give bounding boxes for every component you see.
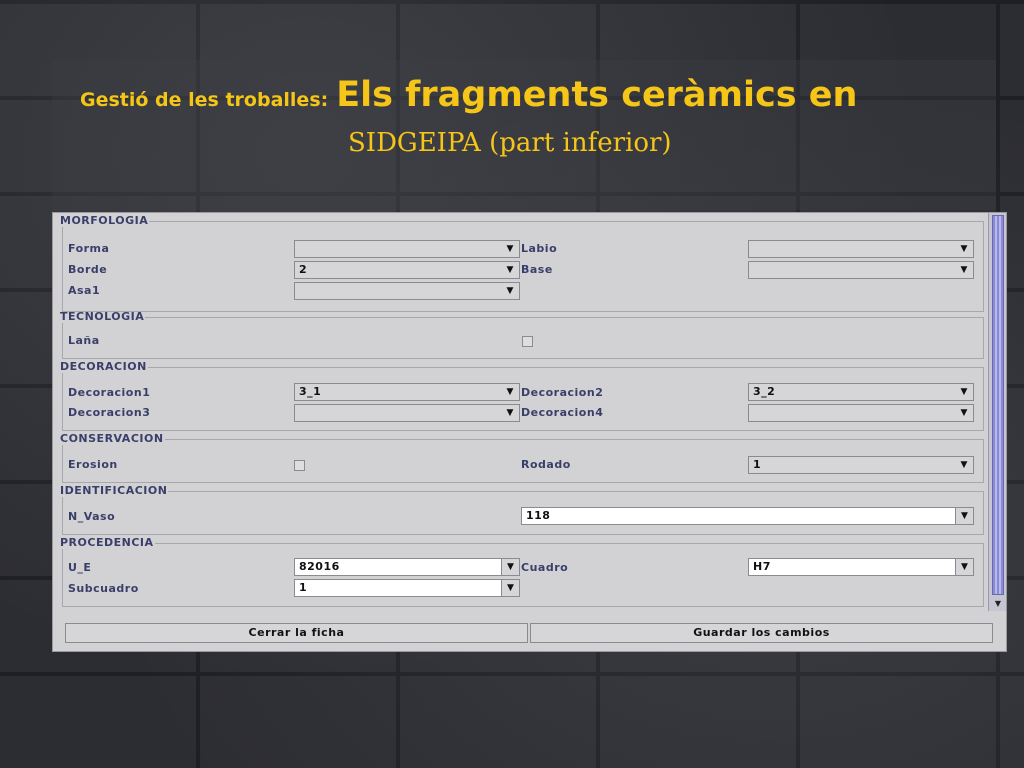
chevron-down-icon: ▼ [506,244,514,254]
borde-value: 2 [299,263,308,276]
chevron-down-icon: ▼ [960,460,968,470]
ue-combo[interactable]: 82016 ▼ [294,558,520,576]
labio-label: Labio [521,242,558,255]
rodado-label: Rodado [521,458,571,471]
erosion-label: Erosion [68,458,118,471]
asa1-label: Asa1 [68,284,101,297]
slide-title-small: Gestió de les troballes: [80,89,329,111]
nvaso-label: N_Vaso [68,510,116,523]
chevron-down-icon: ▼ [506,408,514,418]
chevron-down-icon[interactable]: ▼ [955,508,973,524]
arrow-down-icon[interactable]: ▼ [992,598,1004,610]
nvaso-combo[interactable]: 118 ▼ [521,507,974,525]
decoracion4-label: Decoracion4 [521,406,604,419]
chevron-down-icon: ▼ [960,387,968,397]
chevron-down-icon: ▼ [960,244,968,254]
save-changes-button[interactable]: Guardar los cambios [530,623,993,643]
button-bar: Cerrar la ficha Guardar los cambios [53,619,1006,645]
ue-value: 82016 [299,560,340,573]
slide-title-big: Els fragments ceràmics en [336,75,858,115]
forma-select[interactable]: ▼ [294,240,520,258]
group-identificacion-title: IDENTIFICACION [60,484,168,497]
decoracion4-select[interactable]: ▼ [748,404,974,422]
chevron-down-icon[interactable]: ▼ [955,559,973,575]
group-morfologia-title: MORFOLOGIA [60,214,149,227]
chevron-down-icon: ▼ [960,408,968,418]
slide-subtitle: SIDGEIPA (part inferior) [348,128,672,158]
erosion-checkbox[interactable] [294,460,305,471]
decoracion1-select[interactable]: 3_1 ▼ [294,383,520,401]
vertical-scrollbar[interactable]: ▼ [988,213,1006,611]
decoracion2-value: 3_2 [753,385,776,398]
decoracion2-label: Decoracion2 [521,386,604,399]
base-select[interactable]: ▼ [748,261,974,279]
decoracion3-label: Decoracion3 [68,406,151,419]
chevron-down-icon: ▼ [960,265,968,275]
decoracion1-value: 3_1 [299,385,322,398]
decoracion1-label: Decoracion1 [68,386,151,399]
subcuadro-combo[interactable]: 1 ▼ [294,579,520,597]
sidgeipa-form-window: MORFOLOGIA Forma ▼ Labio ▼ Borde 2 ▼ Bas… [52,212,1007,652]
asa1-select[interactable]: ▼ [294,282,520,300]
group-procedencia-title: PROCEDENCIA [60,536,154,549]
chevron-down-icon[interactable]: ▼ [501,580,519,596]
borde-select[interactable]: 2 ▼ [294,261,520,279]
cuadro-label: Cuadro [521,561,569,574]
nvaso-value: 118 [526,509,551,522]
group-tecnologia-title: TECNOLOGIA [60,310,145,323]
subcuadro-label: Subcuadro [68,582,139,595]
lana-checkbox[interactable] [522,336,533,347]
chevron-down-icon: ▼ [506,265,514,275]
forma-label: Forma [68,242,110,255]
cuadro-combo[interactable]: H7 ▼ [748,558,974,576]
ue-label: U_E [68,561,92,574]
subcuadro-value: 1 [299,581,308,594]
scroll-thumb[interactable] [992,215,1004,595]
close-form-button[interactable]: Cerrar la ficha [65,623,528,643]
chevron-down-icon: ▼ [506,387,514,397]
group-conservacion-title: CONSERVACION [60,432,164,445]
group-decoracion-title: DECORACION [60,360,147,373]
lana-label: Laña [68,334,100,347]
cuadro-value: H7 [753,560,771,573]
chevron-down-icon: ▼ [506,286,514,296]
group-tecnologia: TECNOLOGIA [60,310,984,359]
rodado-select[interactable]: 1 ▼ [748,456,974,474]
decoracion2-select[interactable]: 3_2 ▼ [748,383,974,401]
slide-title: Gestió de les troballes: Els fragments ce… [80,75,1000,115]
decoracion3-select[interactable]: ▼ [294,404,520,422]
base-label: Base [521,263,553,276]
borde-label: Borde [68,263,108,276]
form-content: MORFOLOGIA Forma ▼ Labio ▼ Borde 2 ▼ Bas… [53,213,987,611]
chevron-down-icon[interactable]: ▼ [501,559,519,575]
rodado-value: 1 [753,458,762,471]
labio-select[interactable]: ▼ [748,240,974,258]
